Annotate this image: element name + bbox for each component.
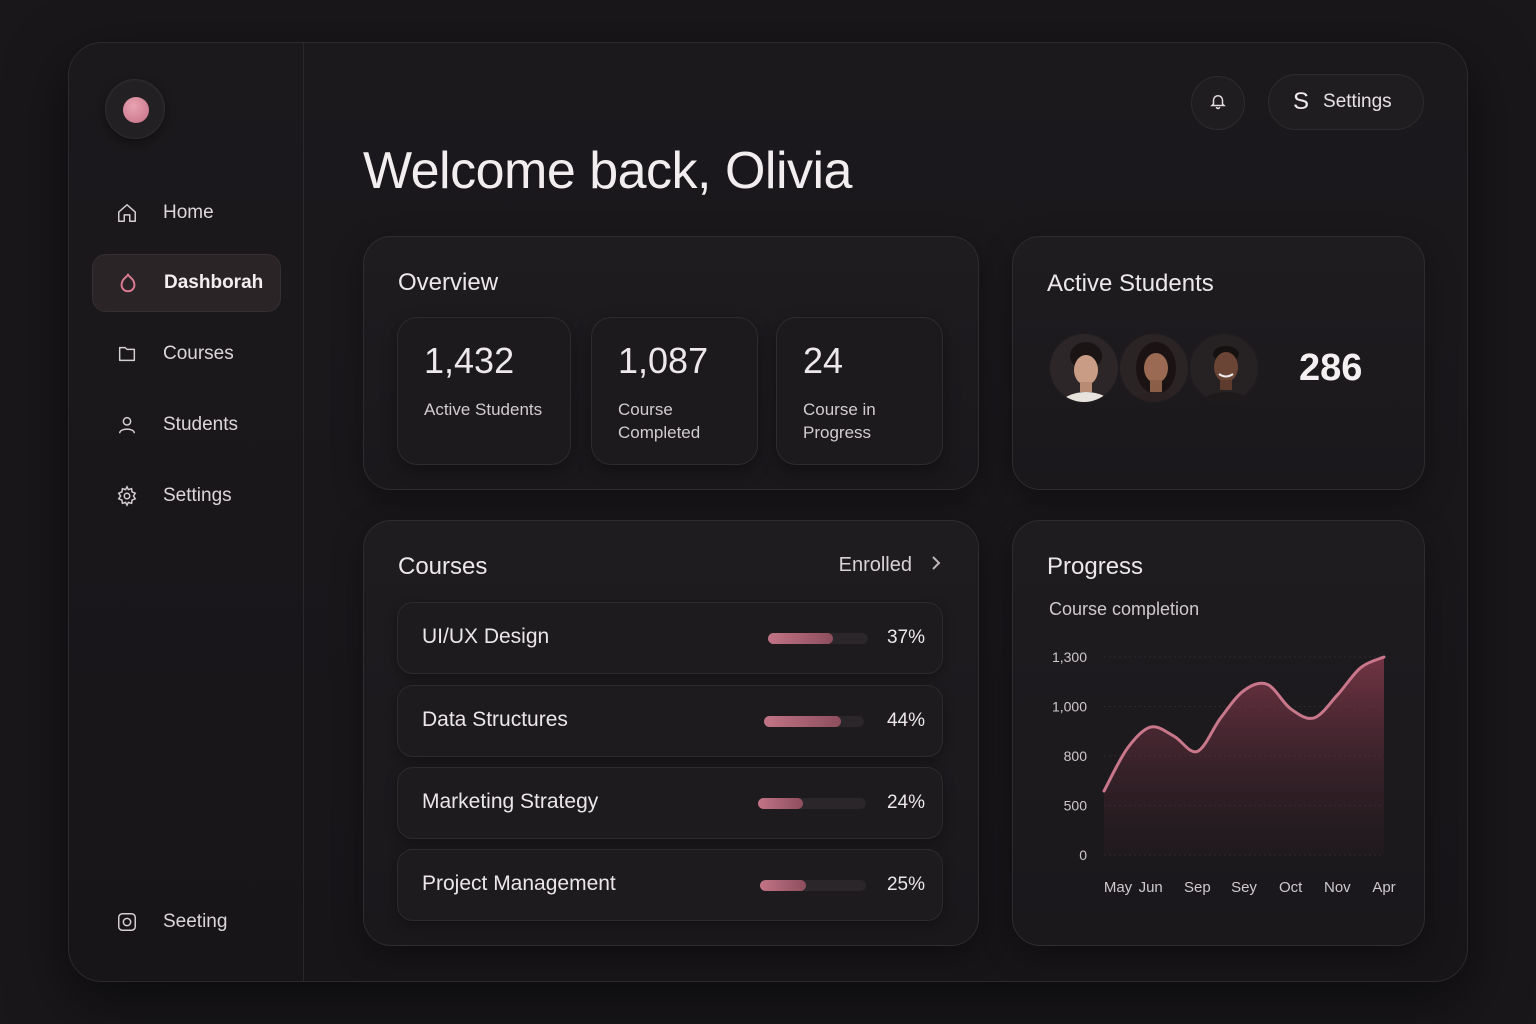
active-students-card: Active Students 286 [1012,236,1425,490]
progress-chart: 1,300 1,000 800 500 0 May Jun Sep Sey Oct Nov Apr [1052,649,1396,896]
instagram-icon [115,910,139,934]
stat-value: 1,432 [424,340,515,381]
home-icon [115,201,139,225]
x-tick-label: Jun [1139,879,1163,896]
enrolled-label: Enrolled [838,554,912,576]
course-row[interactable]: Project Management 25% [397,849,943,921]
notifications-button[interactable] [1191,76,1245,130]
sidebar-item-dashboard[interactable]: Dashborah [92,254,281,312]
folder-icon [115,342,139,366]
x-tick-label: Sey [1231,879,1257,896]
stat-label: Course in Progress [803,398,876,444]
x-tick-label: Sep [1184,879,1211,896]
course-percent: 24% [886,792,925,813]
course-progress-fill [760,880,807,891]
main-content: S Settings Welcome back, Olivia Overview… [305,43,1467,981]
stat-course-in-progress[interactable]: 24 Course in Progress [776,317,943,465]
gear-icon [115,484,139,508]
course-row[interactable]: Marketing Strategy 24% [397,767,943,839]
y-tick-label: 1,000 [1052,699,1087,715]
stat-label-line2: Completed [618,423,701,442]
course-row[interactable]: Data Structures 44% [397,685,943,757]
stat-label-line1: Course in [803,400,876,419]
stat-label-line1: Course [618,400,673,419]
course-progress-fill [764,716,841,727]
progress-card: Progress Course completion 1,300 1,000 800… [1012,520,1425,946]
enrolled-filter[interactable]: Enrolled [839,554,942,577]
course-name: UI/UX Design [422,625,550,648]
overview-card: Overview 1,432 Active Students 1,087 Cou… [363,236,979,490]
sidebar-item-students[interactable]: Students [92,396,281,454]
stat-course-completed[interactable]: 1,087 Course Completed [591,317,758,465]
avatar[interactable] [1118,332,1190,404]
sidebar: Home Dashborah Courses Students Settings [69,43,304,981]
page-title: Welcome back, Olivia [363,142,852,200]
course-percent: 25% [886,874,925,895]
course-name: Marketing Strategy [422,790,599,813]
sidebar-item-label: Home [163,202,214,223]
dashboard-icon [116,271,140,295]
sidebar-item-label: Dashborah [164,272,264,293]
x-tick-label: May [1104,879,1133,896]
settings-avatar-letter: S [1293,88,1310,115]
course-row[interactable]: UI/UX Design 37% [397,602,943,674]
app-window: Home Dashborah Courses Students Settings [68,42,1468,982]
user-icon [115,413,139,437]
course-percent: 37% [886,627,925,648]
overview-title: Overview [398,269,499,296]
course-progress-track [760,880,866,891]
x-tick-label: Apr [1372,879,1395,896]
course-name: Data Structures [422,708,568,731]
sidebar-item-label: Seeting [163,911,228,932]
sidebar-item-settings[interactable]: Settings [92,467,281,525]
chevron-right-icon [930,554,942,577]
stat-label: Active Students [424,398,542,421]
stat-value: 1,087 [618,340,709,381]
app-logo[interactable] [105,79,165,139]
series-area [1104,657,1384,855]
courses-card: Courses Enrolled UI/UX Design 37% Data S… [363,520,979,946]
sidebar-item-seeting[interactable]: Seeting [92,893,281,951]
settings-button[interactable]: S Settings [1268,74,1424,130]
sidebar-item-label: Settings [163,485,232,506]
courses-title: Courses [398,553,488,580]
course-progress-fill [768,633,833,644]
bell-icon [1209,92,1227,115]
course-percent: 44% [886,710,925,731]
stat-label: Course Completed [618,398,700,444]
y-tick-label: 1,300 [1052,649,1087,665]
sidebar-item-label: Students [163,414,238,435]
course-progress-fill [758,798,804,809]
stat-label-line1: Active Students [424,400,543,419]
stat-value: 24 [803,340,844,381]
course-progress-track [764,716,864,727]
course-progress-track [758,798,866,809]
logo-dot [123,97,149,123]
sidebar-item-home[interactable]: Home [92,184,281,242]
active-students-title: Active Students [1047,270,1214,297]
sidebar-item-courses[interactable]: Courses [92,325,281,383]
avatar[interactable] [1048,332,1120,404]
stat-label-line2: Progress [803,423,872,442]
avatar[interactable] [1188,332,1260,404]
active-students-count: 286 [1299,347,1363,389]
y-tick-label: 500 [1064,798,1088,814]
x-tick-label: Nov [1324,879,1351,896]
stat-active-students[interactable]: 1,432 Active Students [397,317,571,465]
settings-label: Settings [1323,91,1392,112]
y-tick-label: 800 [1064,748,1088,764]
x-tick-label: Oct [1279,879,1303,896]
course-progress-track [768,633,868,644]
sidebar-item-label: Courses [163,343,234,364]
y-tick-label: 0 [1079,847,1087,863]
course-name: Project Management [422,872,616,895]
